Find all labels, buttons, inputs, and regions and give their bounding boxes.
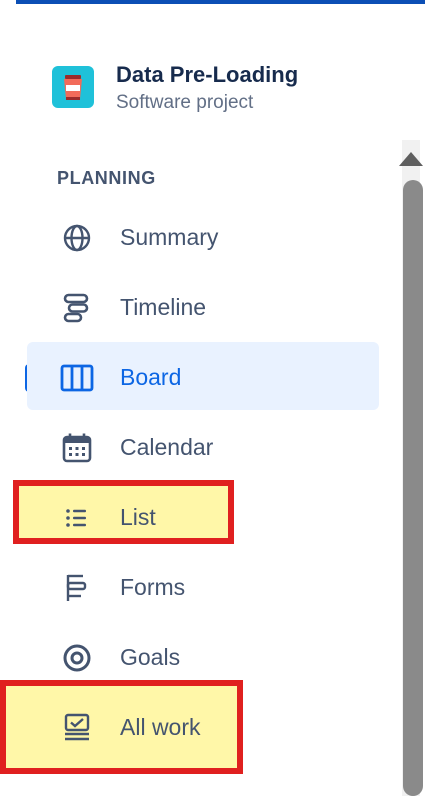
sidebar-item-list[interactable]: List [27, 484, 379, 552]
all-work-icon [59, 712, 95, 744]
sidebar-item-label: Timeline [120, 294, 207, 320]
sidebar-item-label: Goals [120, 644, 181, 670]
sidebar-scrollbar[interactable] [396, 140, 425, 796]
list-icon [59, 502, 95, 534]
sidebar-item-label: Calendar [120, 434, 214, 460]
calendar-icon [59, 432, 95, 464]
coffee-cup-icon [52, 66, 94, 108]
sidebar-item-goals[interactable]: Goals [27, 624, 379, 692]
globe-icon [59, 222, 95, 254]
sidebar-item-timeline[interactable]: Timeline [27, 274, 379, 342]
sidebar-item-forms[interactable]: Forms [27, 554, 379, 622]
board-icon [59, 362, 95, 394]
scroll-up-arrow-icon[interactable] [399, 152, 423, 166]
goals-icon [59, 642, 95, 674]
sidebar-item-board[interactable]: Board [27, 342, 379, 410]
sidebar-item-label: All work [120, 714, 201, 740]
timeline-icon [59, 292, 95, 324]
project-header[interactable]: Data Pre-Loading Software project [52, 62, 382, 118]
forms-icon [59, 572, 95, 604]
sidebar-item-label: Forms [120, 574, 186, 600]
section-heading-planning: PLANNING [57, 168, 156, 188]
top-accent-bar [16, 0, 425, 4]
scrollbar-thumb[interactable] [403, 180, 423, 796]
sidebar-item-summary[interactable]: Summary [27, 204, 379, 272]
sidebar-item-all-work[interactable]: All work [27, 694, 379, 762]
project-type: Software project [116, 92, 254, 113]
sidebar-item-label: Board [120, 364, 182, 390]
sidebar-item-calendar[interactable]: Calendar [27, 414, 379, 482]
sidebar-item-label: Summary [120, 224, 219, 250]
project-name: Data Pre-Loading [116, 62, 299, 87]
sidebar-item-label: List [120, 504, 156, 530]
